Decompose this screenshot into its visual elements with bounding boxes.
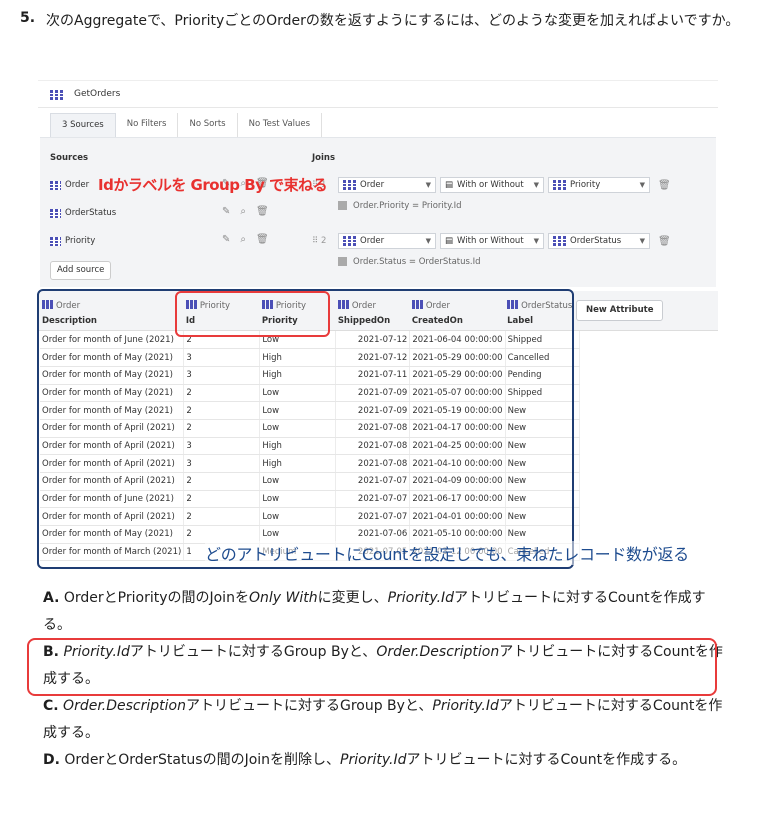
highlight-box-answer-b — [27, 638, 717, 696]
tab-test-values[interactable]: No Test Values — [238, 113, 323, 137]
entity-icon — [553, 180, 566, 190]
source-label: OrderStatus — [65, 208, 117, 218]
join-left-select[interactable]: Order ▼ — [338, 177, 436, 193]
join-number: ⠿ 2 — [312, 236, 327, 246]
sources-panel: Sources Joins Order ✎ ⌕ 🗑 OrderStatus ✎ ⌕ 🗑 … — [40, 137, 716, 287]
entity-icon — [50, 208, 61, 218]
source-label: Priority — [65, 236, 96, 246]
chevron-down-icon: ▼ — [425, 181, 431, 189]
add-source-button[interactable]: Add source — [50, 261, 112, 280]
entity-icon — [343, 236, 356, 246]
edit-icon[interactable]: ✎ — [222, 234, 230, 245]
question-text: 次のAggregateで、PriorityごとのOrderの数を返すようにするに… — [46, 13, 740, 29]
search-icon[interactable]: ⌕ — [240, 234, 246, 245]
edit-icon[interactable]: ✎ — [222, 206, 230, 217]
join-row-1: ⠿ 1 Order ▼ ▤ With or Without ▼ Priority ▼ 🗑 — [312, 176, 671, 194]
source-priority[interactable]: Priority — [50, 236, 95, 246]
tab-filters[interactable]: No Filters — [116, 113, 179, 137]
join-type-icon: ▤ — [445, 236, 454, 246]
join-condition-1[interactable]: Order.Priority = Priority.Id — [338, 201, 462, 211]
answer-d: D. OrderとOrderStatusの間のJoinを削除し、Priority… — [43, 752, 687, 768]
join-type-select[interactable]: ▤ With or Without ▼ — [440, 177, 544, 193]
chevron-down-icon: ▼ — [639, 181, 645, 189]
aggregate-icon — [50, 90, 63, 100]
entity-icon — [50, 180, 61, 190]
entity-icon — [553, 236, 566, 246]
condition-icon — [338, 257, 347, 266]
join-right-select[interactable]: OrderStatus ▼ — [548, 233, 650, 249]
entity-icon — [343, 180, 356, 190]
join-type-icon: ▤ — [445, 180, 454, 190]
new-attribute-button[interactable]: New Attribute — [576, 300, 664, 321]
join-row-2: ⠿ 2 Order ▼ ▤ With or Without ▼ OrderStatus… — [312, 232, 671, 250]
source-orderstatus[interactable]: OrderStatus — [50, 208, 116, 218]
entity-icon — [50, 236, 61, 246]
answer-a: A. OrderとPriorityの間のJoinをOnly Withに変更し、P… — [43, 590, 706, 633]
chevron-down-icon: ▼ — [533, 181, 539, 189]
trash-icon[interactable]: 🗑 — [256, 206, 269, 217]
join-left-select[interactable]: Order ▼ — [338, 233, 436, 249]
chevron-down-icon: ▼ — [533, 237, 539, 245]
aggregate-tabs: 3 Sources No Filters No Sorts No Test Va… — [50, 113, 323, 137]
trash-icon[interactable]: 🗑 — [658, 180, 671, 191]
join-condition-2[interactable]: Order.Status = OrderStatus.Id — [338, 257, 481, 267]
chevron-down-icon: ▼ — [425, 237, 431, 245]
joins-heading: Joins — [312, 153, 336, 163]
source-order[interactable]: Order — [50, 180, 89, 190]
question-number: 5. — [20, 10, 36, 26]
blue-annotation: どのアトリビュートにCountを設定しても、束ねたレコード数が返る — [205, 541, 689, 565]
aggregate-title: GetOrders — [74, 89, 121, 99]
aggregate-topbar: GetOrders — [38, 80, 718, 108]
search-icon[interactable]: ⌕ — [240, 206, 246, 217]
trash-icon[interactable]: 🗑 — [658, 236, 671, 247]
join-right-select[interactable]: Priority ▼ — [548, 177, 650, 193]
tab-sorts[interactable]: No Sorts — [178, 113, 238, 137]
sources-heading: Sources — [50, 153, 89, 163]
join-type-select[interactable]: ▤ With or Without ▼ — [440, 233, 544, 249]
trash-icon[interactable]: 🗑 — [256, 234, 269, 245]
red-annotation: Idかラベルを Group By で束ねる — [98, 176, 328, 194]
source-tools: ✎ ⌕ 🗑 — [222, 206, 269, 217]
source-label: Order — [65, 180, 90, 190]
tab-sources[interactable]: 3 Sources — [50, 113, 116, 137]
condition-icon — [338, 201, 347, 210]
source-tools: ✎ ⌕ 🗑 — [222, 234, 269, 245]
chevron-down-icon: ▼ — [639, 237, 645, 245]
highlight-box-table — [37, 289, 574, 569]
answer-c: C. Order.Descriptionアトリビュートに対するGroup Byと… — [43, 698, 723, 741]
